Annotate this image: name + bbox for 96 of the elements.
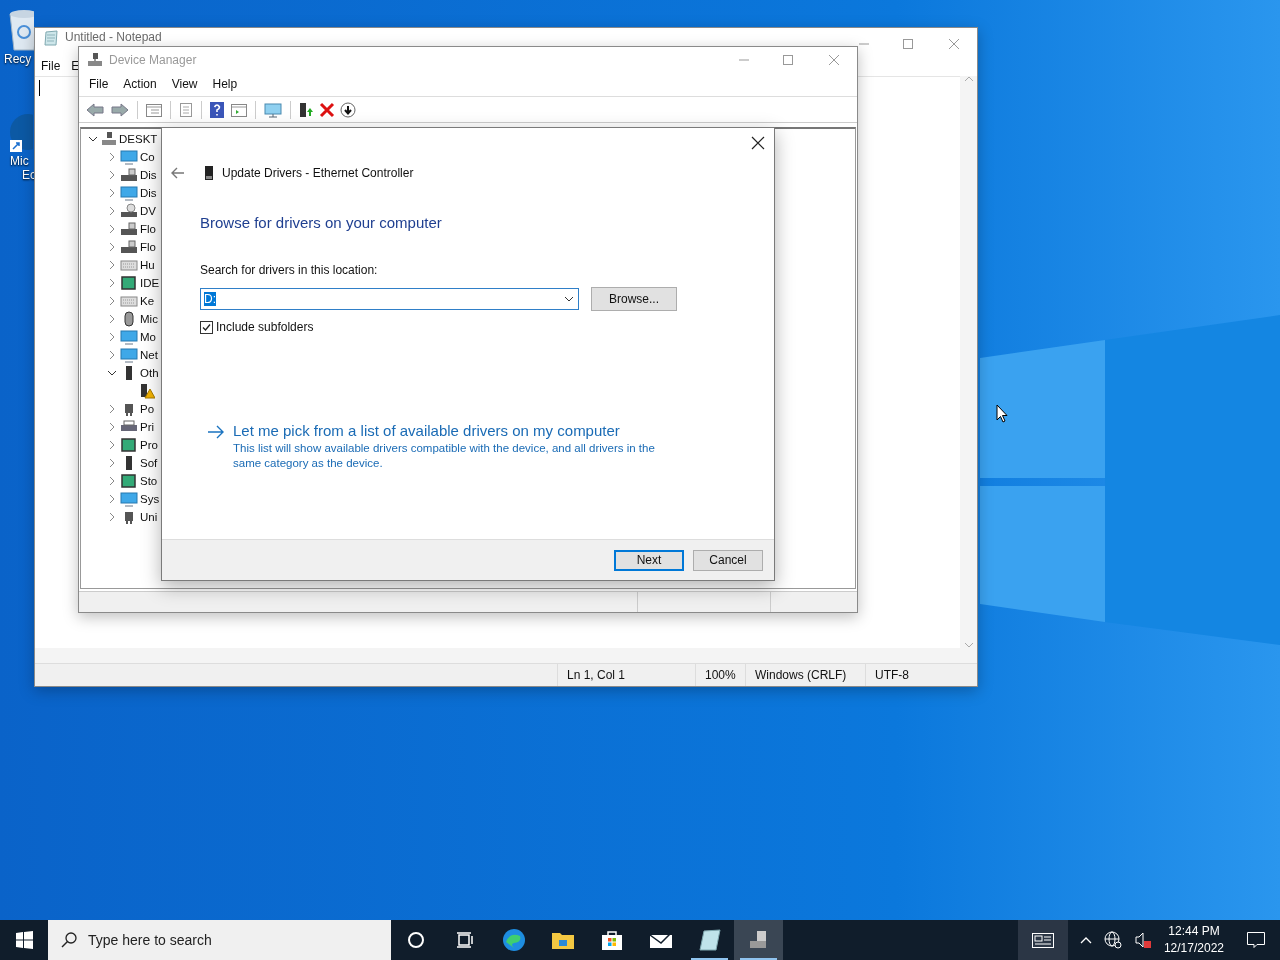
window-title: Device Manager bbox=[109, 52, 197, 67]
news-icon[interactable] bbox=[1017, 920, 1068, 960]
globe-icon[interactable] bbox=[1103, 931, 1122, 949]
tree-item[interactable]: IDE bbox=[140, 277, 160, 289]
desktop-icon-label[interactable]: Recy bbox=[4, 52, 32, 66]
mouse-cursor-icon bbox=[996, 404, 1008, 424]
tree-item[interactable]: Co bbox=[140, 151, 155, 163]
menu-item[interactable]: File bbox=[41, 59, 61, 73]
monitor-icon bbox=[120, 185, 138, 201]
clock-time[interactable]: 12:44 PM bbox=[1168, 923, 1220, 940]
keyboard-icon bbox=[120, 293, 138, 309]
chip-icon bbox=[120, 473, 138, 489]
tree-item[interactable]: Mo bbox=[140, 331, 156, 343]
tree-item[interactable]: DV bbox=[140, 205, 156, 217]
device-icon bbox=[205, 166, 213, 180]
tree-item[interactable]: Pro bbox=[140, 439, 158, 451]
field-label: Search for drivers in this location: bbox=[200, 262, 379, 278]
properties-icon[interactable] bbox=[145, 101, 163, 118]
chip-icon bbox=[120, 437, 138, 453]
drive-icon bbox=[120, 167, 138, 183]
notifications-icon[interactable] bbox=[1246, 931, 1266, 949]
menu-item[interactable]: Help bbox=[212, 77, 238, 91]
desktop-icon-label[interactable]: Mic bbox=[10, 154, 29, 168]
tree-item[interactable]: Hu bbox=[140, 259, 155, 271]
tree-item[interactable]: Uni bbox=[140, 511, 158, 523]
help-icon[interactable] bbox=[209, 100, 225, 119]
delete-icon[interactable] bbox=[319, 101, 335, 118]
status-text: Windows (CRLF) bbox=[745, 664, 865, 686]
arrow-icon[interactable] bbox=[207, 425, 225, 439]
close-icon[interactable] bbox=[751, 136, 765, 150]
monitor-icon bbox=[120, 347, 138, 363]
tree-item[interactable]: Mic bbox=[140, 313, 158, 325]
menu-item[interactable]: Action bbox=[123, 77, 157, 91]
chevron-icon[interactable] bbox=[87, 134, 99, 144]
clock-date[interactable]: 12/17/2022 bbox=[1163, 940, 1224, 957]
tree-item[interactable]: Net bbox=[140, 349, 158, 361]
tree-item[interactable]: Sof bbox=[140, 457, 158, 469]
tree-item[interactable]: Oth bbox=[140, 367, 159, 379]
checkbox[interactable] bbox=[200, 320, 213, 334]
horizontal-scrollbar[interactable] bbox=[35, 648, 977, 663]
tree-item[interactable]: Sys bbox=[140, 493, 160, 505]
window-title: Untitled - Notepad bbox=[65, 30, 162, 44]
location-combo-box[interactable]: D: bbox=[200, 288, 579, 310]
device-add-icon[interactable] bbox=[298, 100, 314, 119]
tree-item[interactable]: Sto bbox=[140, 475, 158, 487]
volume-muted-icon[interactable] bbox=[1133, 931, 1152, 949]
pick-driver-link[interactable]: Let me pick from a list of available drivers on my computer bbox=[233, 421, 683, 441]
maximize-icon[interactable] bbox=[783, 54, 793, 65]
browse-button[interactable]: Browse... bbox=[591, 287, 677, 311]
forward-icon[interactable] bbox=[110, 101, 130, 118]
tree-item[interactable]: Flo bbox=[140, 241, 156, 253]
chip-icon bbox=[120, 275, 138, 291]
dialog-title: Update Drivers - Ethernet Controller bbox=[222, 166, 414, 180]
scroll-up-icon[interactable] bbox=[964, 76, 973, 81]
checkbox-label[interactable]: Include subfolders bbox=[216, 320, 314, 334]
tree-item[interactable]: Pri bbox=[140, 421, 155, 433]
tree-item[interactable]: DESKT bbox=[119, 133, 158, 145]
tree-item[interactable]: Ke bbox=[140, 295, 155, 307]
back-icon[interactable] bbox=[85, 101, 105, 118]
monitor-icon bbox=[120, 149, 138, 165]
search-icon bbox=[60, 931, 78, 949]
window-icon[interactable] bbox=[230, 101, 248, 118]
monitor-icon[interactable] bbox=[263, 101, 283, 118]
keyboard-icon bbox=[120, 257, 138, 273]
download-icon[interactable] bbox=[340, 101, 356, 118]
monitor-icon bbox=[120, 329, 138, 345]
tree-item[interactable]: Dis bbox=[140, 187, 157, 199]
devices-app-icon[interactable] bbox=[734, 920, 783, 960]
maximize-icon[interactable] bbox=[903, 39, 913, 49]
drive-icon bbox=[120, 239, 138, 255]
status-text: Ln 1, Col 1 bbox=[557, 664, 695, 686]
disc-drive-icon bbox=[120, 203, 138, 219]
status-text: 100% bbox=[695, 664, 745, 686]
vertical-scrollbar[interactable] bbox=[960, 76, 977, 648]
next-button[interactable]: Next bbox=[614, 549, 684, 571]
computer-icon bbox=[87, 51, 103, 68]
chevron-icon[interactable] bbox=[106, 368, 118, 378]
drive-icon bbox=[120, 221, 138, 237]
tree-item[interactable]: Dis bbox=[140, 169, 157, 181]
cancel-button[interactable]: Cancel bbox=[693, 549, 763, 571]
notepad-icon bbox=[43, 30, 59, 46]
document-icon[interactable] bbox=[178, 101, 194, 118]
tree-item[interactable]: Po bbox=[140, 403, 155, 415]
dialog-heading: Browse for drivers on your computer bbox=[200, 213, 443, 233]
chevron-up-icon[interactable] bbox=[1079, 936, 1092, 944]
search-field[interactable]: Type here to search bbox=[48, 920, 391, 960]
computer-icon bbox=[101, 131, 117, 147]
tree-item[interactable]: Flo bbox=[140, 223, 156, 235]
menu-item[interactable]: View bbox=[171, 77, 198, 91]
monitor-icon bbox=[120, 491, 138, 507]
menu-item[interactable]: E bbox=[71, 59, 80, 73]
menu-item[interactable]: File bbox=[89, 77, 109, 91]
status-text: UTF-8 bbox=[865, 664, 977, 686]
back-arrow-icon[interactable] bbox=[171, 167, 185, 179]
scroll-down-icon[interactable] bbox=[964, 643, 973, 648]
link-description: This list will show available drivers compatible with the device, and all drivers in the same category as the device. bbox=[233, 441, 656, 471]
